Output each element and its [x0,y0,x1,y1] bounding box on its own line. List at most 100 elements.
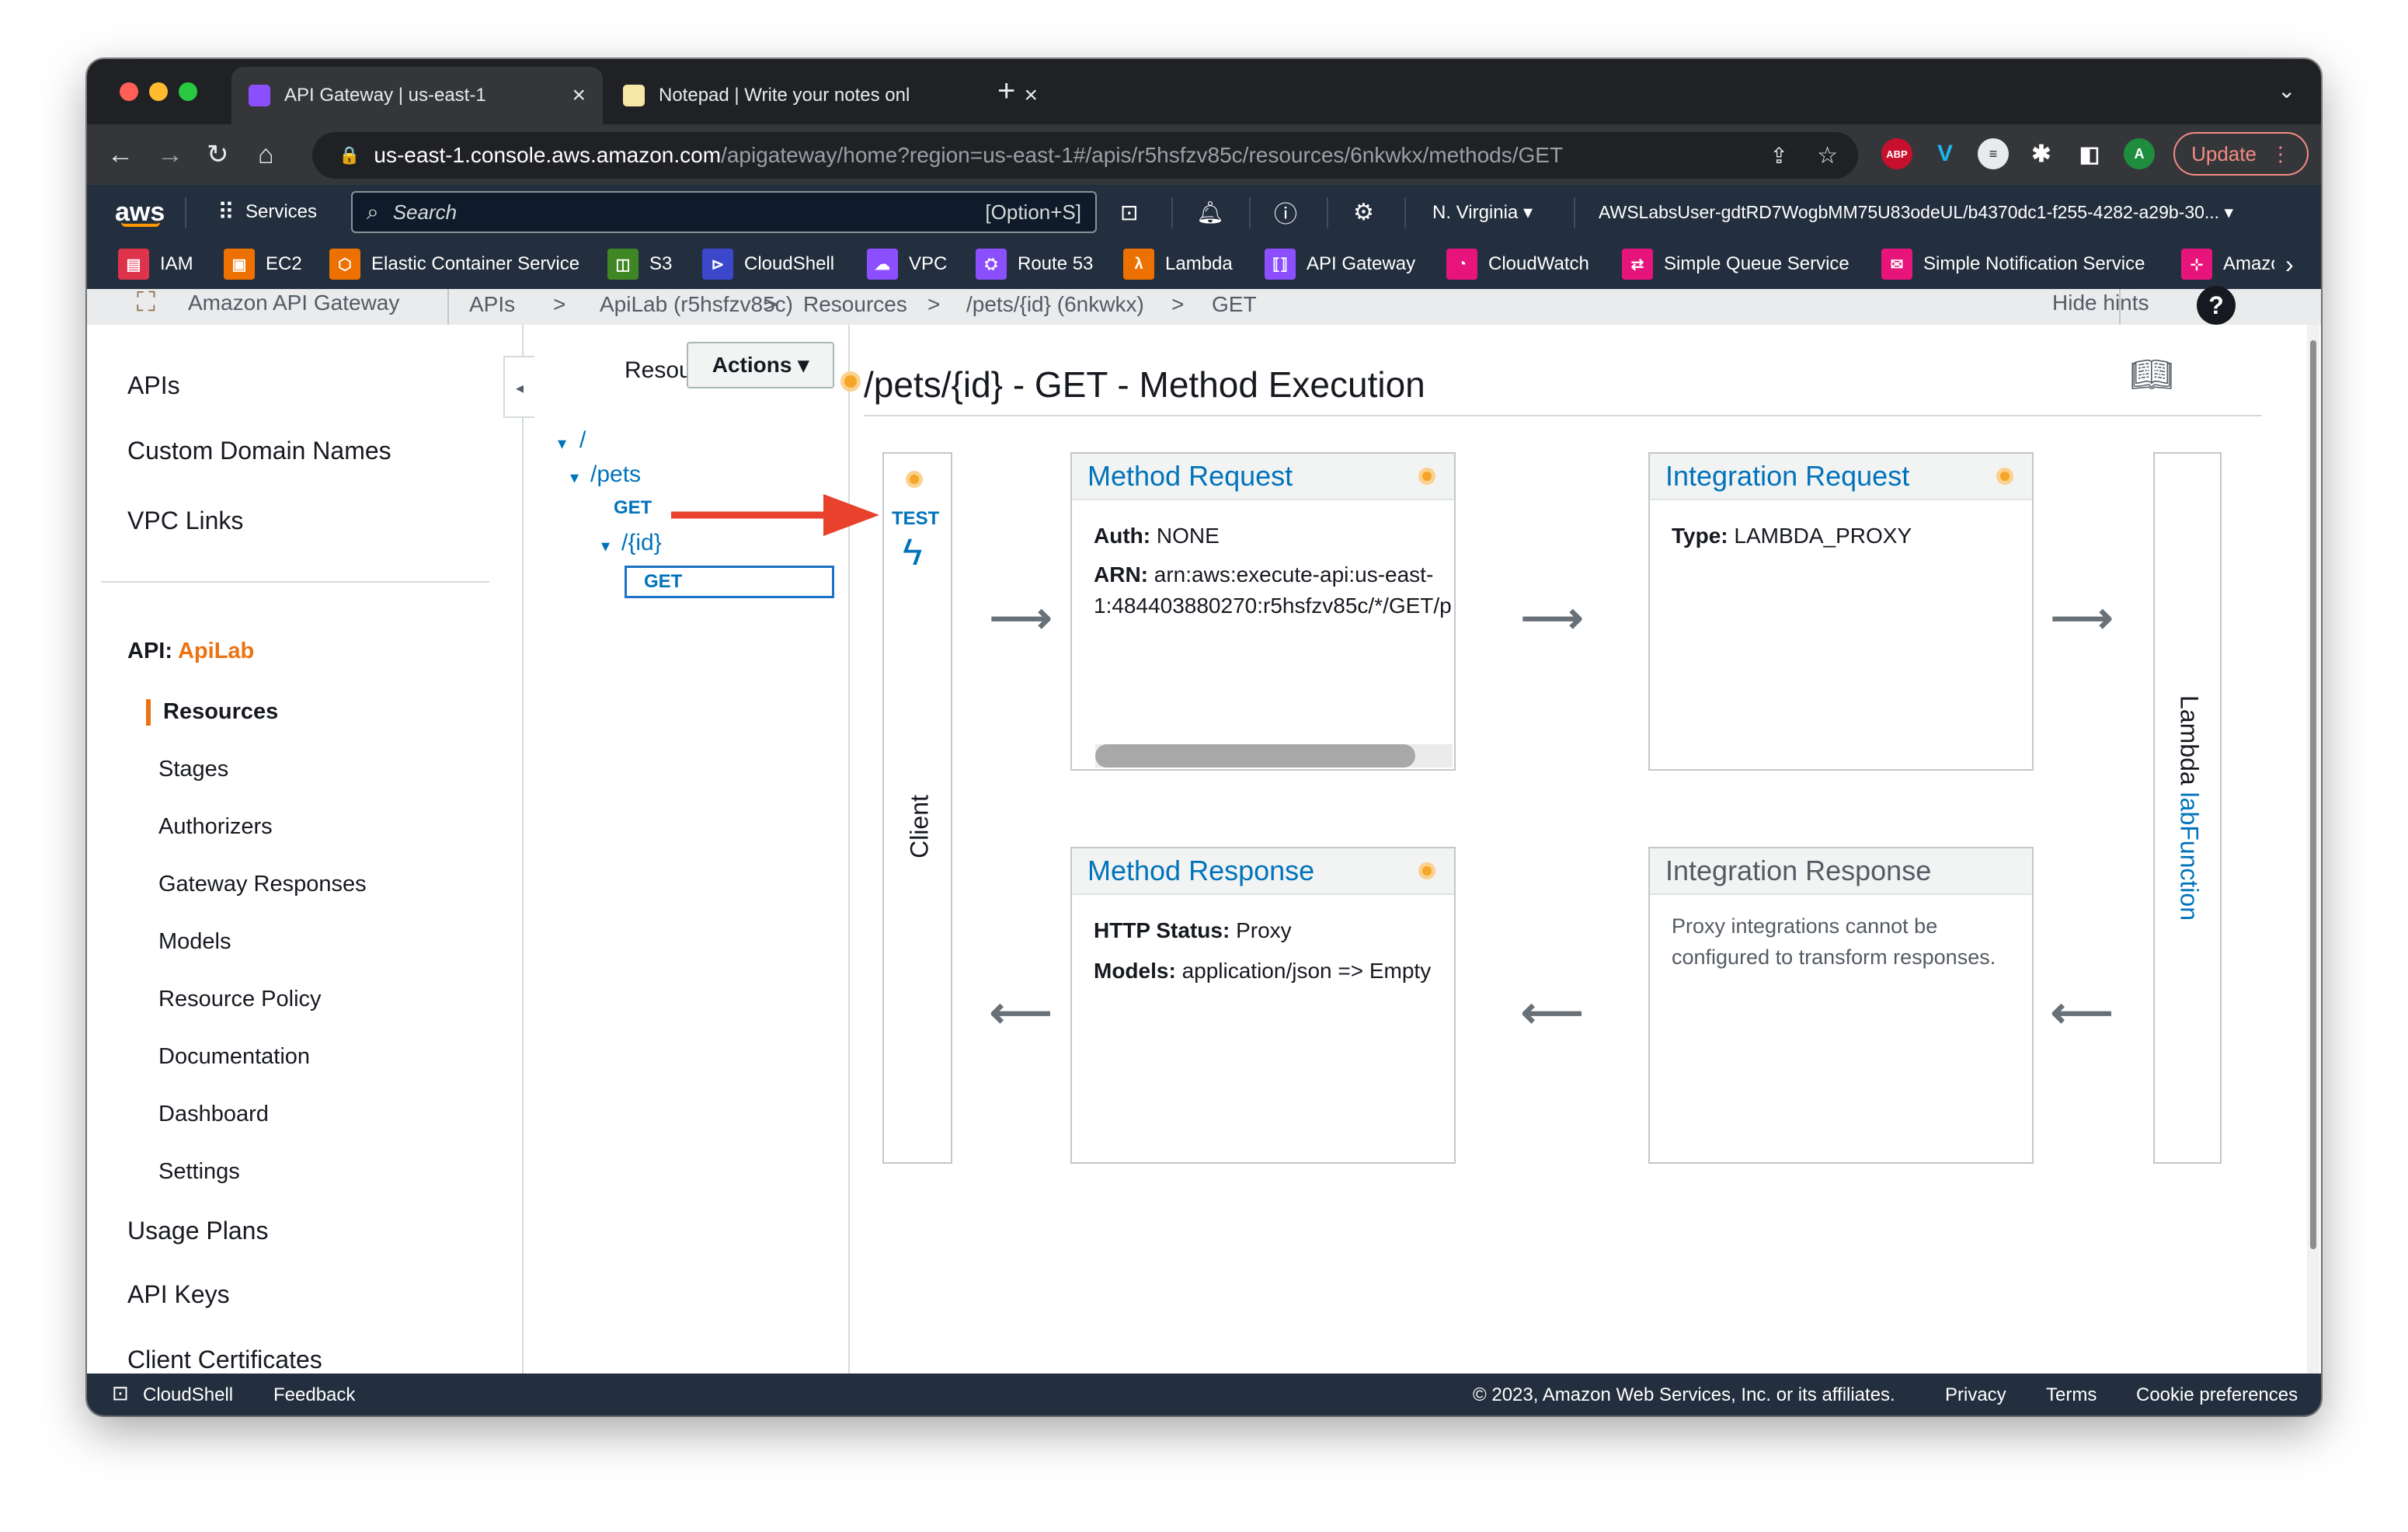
footer-privacy[interactable]: Privacy [1945,1384,2006,1406]
bell-icon[interactable]: 🔔︎ [1196,185,1224,239]
footer-terms[interactable]: Terms [2046,1384,2097,1406]
sidebar-item-api-keys[interactable]: API Keys [127,1280,230,1309]
footer-cookie-preferences[interactable]: Cookie preferences [2136,1384,2298,1406]
favorite-route53[interactable]: ⛭ Route 53 [976,239,1093,289]
update-button[interactable]: Update ⋮ [2173,132,2309,176]
sidebar-item-authorizers[interactable]: Authorizers [158,814,273,840]
breadcrumb-resource[interactable]: /pets/{id} (6nkwkx) [966,292,1144,317]
cloudshell-icon[interactable]: ⊡ [1120,185,1138,239]
scrollbar-thumb[interactable] [2310,340,2316,1249]
scrollbar-thumb[interactable] [1095,744,1415,768]
sidebar-item-dashboard[interactable]: Dashboard [158,1102,269,1127]
favorite-cloudshell[interactable]: ⊳ CloudShell [702,239,834,289]
tree-pets[interactable]: /pets [590,461,641,488]
favorite-lambda[interactable]: λ Lambda [1123,239,1233,289]
sidebar-item-documentation[interactable]: Documentation [158,1044,310,1070]
favorite-iam[interactable]: ▤ IAM [118,239,193,289]
hide-hints-link[interactable]: Hide hints [2052,291,2149,315]
back-icon[interactable]: ← [107,137,134,172]
actions-dropdown-button[interactable]: Actions ▾ [687,342,834,388]
close-tab-icon[interactable]: × [572,82,586,109]
sidebar-item-models[interactable]: Models [158,929,231,955]
method-request-title-text[interactable]: Method Request [1087,460,1293,493]
reload-icon[interactable]: ↻ [207,137,229,172]
adblock-icon[interactable]: ABP [1881,138,1912,169]
hint-icon[interactable] [1996,468,2013,485]
tree-pets-get[interactable]: GET [614,497,652,519]
aws-logo[interactable]: aws [115,185,165,239]
sidebar-item-settings[interactable]: Settings [158,1159,240,1185]
hint-icon[interactable] [840,371,861,392]
sidebar-item-usage-plans[interactable]: Usage Plans [127,1217,268,1245]
integration-request-title[interactable]: Integration Request [1650,454,2032,500]
integration-request-title-text[interactable]: Integration Request [1665,460,1909,493]
test-link[interactable]: TEST [892,508,939,530]
favorite-sns[interactable]: ✉ Simple Notification Service [1881,239,2145,289]
caret-down-icon[interactable]: ▾ [570,468,579,488]
hint-icon[interactable] [906,471,923,488]
favorite-ec2[interactable]: ▣ EC2 [224,239,302,289]
home-icon[interactable]: ⌂ [258,137,274,172]
lightning-bolt-icon[interactable]: ϟ [903,531,922,574]
favorite-vpc[interactable]: ☁ VPC [867,239,947,289]
sidebar-item-vpc-links[interactable]: VPC Links [127,507,243,535]
help-icon[interactable]: ? [2197,286,2236,325]
search-input[interactable]: ⌕ Search [Option+S] [351,191,1097,233]
book-icon[interactable]: 📖︎ [2130,354,2173,395]
favorite-s3[interactable]: ◫ S3 [607,239,672,289]
footer-cloudshell[interactable]: CloudShell [143,1384,233,1406]
chevron-down-icon[interactable]: ⌄ [2278,73,2295,109]
breadcrumb-apis[interactable]: APIs [469,292,515,317]
favorite-api-gateway[interactable]: ⟦⟧ API Gateway [1265,239,1415,289]
sidebar-item-gateway-responses[interactable]: Gateway Responses [158,872,367,897]
vimeo-icon[interactable]: V [1930,138,1961,169]
lambda-function-link[interactable]: labFunction [2176,792,2204,921]
favorite-more[interactable]: ⊹ Amazo [2181,239,2274,289]
caret-down-icon[interactable]: ▾ [558,433,566,454]
extension-icon[interactable]: ≡ [1978,138,2009,169]
profile-avatar[interactable]: A [2124,138,2155,169]
method-response-title[interactable]: Method Response [1072,848,1454,895]
minimize-window-button[interactable] [149,82,168,101]
region-selector[interactable]: N. Virginia ▾ [1432,185,1533,239]
sidebar-item-resource-policy[interactable]: Resource Policy [158,987,322,1012]
sidebar-item-custom-domain-names[interactable]: Custom Domain Names [127,437,391,465]
sidebar-item-stages[interactable]: Stages [158,757,228,782]
sidebar-item-apis[interactable]: APIs [127,371,180,400]
tree-id[interactable]: /{id} [621,530,662,556]
close-window-button[interactable] [120,82,138,101]
puzzle-icon[interactable]: ✱ [2026,138,2057,169]
new-tab-icon[interactable]: + [997,73,1015,109]
help-icon[interactable]: ⓘ [1274,185,1297,239]
close-tab-icon[interactable]: × [1024,82,1038,109]
bookmark-star-icon[interactable]: ☆ [1817,142,1838,169]
vertical-scrollbar[interactable] [2307,325,2319,1374]
tree-root[interactable]: / [579,427,586,454]
maximize-window-button[interactable] [179,82,197,101]
side-panel-icon[interactable]: ◧ [2074,138,2105,169]
hint-icon[interactable] [1418,468,1435,485]
share-icon[interactable]: ⇪ [1770,143,1788,169]
favorite-ecs[interactable]: ⬡ Elastic Container Service [329,239,579,289]
tab-api-gateway[interactable]: API Gateway | us-east-1 × [231,67,603,124]
settings-gear-icon[interactable]: ⚙ [1353,185,1374,239]
address-bar[interactable]: 🔒 us-east-1.console.aws.amazon.com/apiga… [312,132,1858,179]
chevron-right-icon[interactable]: › [2285,239,2294,289]
favorite-sqs[interactable]: ⇄ Simple Queue Service [1622,239,1849,289]
tree-id-get-selected[interactable]: GET [625,566,834,598]
favorite-cloudwatch[interactable]: ◔ CloudWatch [1446,239,1589,289]
horizontal-scrollbar[interactable] [1095,744,1453,768]
forward-icon[interactable]: → [157,137,183,172]
hint-icon[interactable] [1418,862,1435,879]
caret-down-icon[interactable]: ▾ [601,536,610,556]
sidebar-item-client-certificates[interactable]: Client Certificates [127,1346,322,1374]
method-response-title-text[interactable]: Method Response [1087,855,1314,887]
breadcrumb-service[interactable]: Amazon API Gateway [188,291,399,315]
account-menu[interactable]: AWSLabsUser-gdtRD7WogbMM75U83odeUL/b4370… [1599,185,2298,239]
footer-feedback[interactable]: Feedback [273,1384,355,1406]
cloudshell-icon[interactable]: ⊡ [112,1381,129,1405]
api-name[interactable]: ApiLab [178,639,254,663]
breadcrumb-resources[interactable]: Resources [803,292,907,317]
sidebar-item-resources[interactable]: Resources [163,699,278,725]
tab-notepad[interactable]: Notepad | Write your notes onl × [606,67,1055,124]
